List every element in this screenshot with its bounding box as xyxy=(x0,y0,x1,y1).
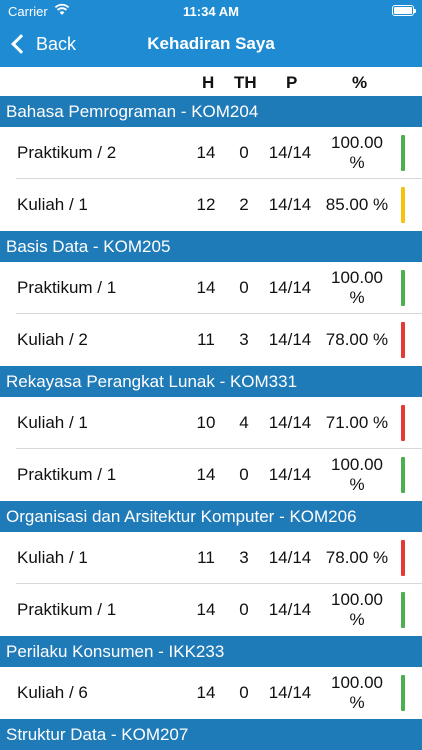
tidak-hadir-count: 0 xyxy=(239,465,249,484)
hadir-count: 11 xyxy=(197,548,215,567)
col-h: H xyxy=(202,73,215,92)
battery-icon xyxy=(392,5,416,16)
hadir-count: 14 xyxy=(196,465,216,484)
tidak-hadir-count: 0 xyxy=(239,600,249,619)
attendance-row[interactable]: Praktikum / 1 14 0 14/14 100.00 % xyxy=(0,584,422,636)
pertemuan-count: 14/14 xyxy=(268,465,312,484)
pertemuan-count: 14/14 xyxy=(268,548,312,567)
pertemuan-count: 14/14 xyxy=(268,330,312,349)
status-indicator xyxy=(401,405,405,441)
row-name: Kuliah / 1 xyxy=(17,413,88,432)
status-indicator xyxy=(401,187,405,223)
attendance-row[interactable]: Kuliah / 2 11 3 14/14 78.00 % xyxy=(0,314,422,366)
tidak-hadir-count: 2 xyxy=(239,195,249,214)
hadir-count: 11 xyxy=(197,330,215,349)
hadir-count: 14 xyxy=(196,683,216,702)
percentage: 85.00 % xyxy=(325,195,389,214)
hadir-count: 10 xyxy=(196,413,216,432)
section-header: Perilaku Konsumen - IKK233 xyxy=(0,636,422,667)
attendance-row[interactable]: Praktikum / 1 14 0 14/14 100.00 % xyxy=(0,262,422,314)
status-indicator xyxy=(401,270,405,306)
percentage: 100.00 % xyxy=(331,673,383,712)
pertemuan-count: 14/14 xyxy=(268,600,312,619)
pertemuan-count: 14/14 xyxy=(268,413,312,432)
row-name: Praktikum / 1 xyxy=(17,465,117,484)
row-name: Praktikum / 1 xyxy=(17,600,117,619)
percentage: 100.00 % xyxy=(331,590,383,629)
section-header: Rekayasa Perangkat Lunak - KOM331 xyxy=(0,366,422,397)
attendance-row[interactable]: Kuliah / 6 14 0 14/14 100.00 % xyxy=(0,667,422,719)
section-header: Basis Data - KOM205 xyxy=(0,231,422,262)
row-name: Praktikum / 1 xyxy=(17,278,117,297)
tidak-hadir-count: 0 xyxy=(239,683,249,702)
col-pct: % xyxy=(352,73,368,92)
section-header: Struktur Data - KOM207 xyxy=(0,719,422,750)
tidak-hadir-count: 4 xyxy=(239,413,249,432)
row-name: Kuliah / 6 xyxy=(17,683,88,702)
status-indicator xyxy=(401,592,405,628)
row-name: Kuliah / 1 xyxy=(17,548,88,567)
col-th: TH xyxy=(234,73,257,92)
pertemuan-count: 14/14 xyxy=(268,195,312,214)
row-name: Praktikum / 2 xyxy=(17,143,117,162)
attendance-row[interactable]: Praktikum / 1 14 0 14/14 100.00 % xyxy=(0,449,422,501)
hadir-count: 14 xyxy=(196,143,216,162)
status-indicator xyxy=(401,135,405,171)
hadir-count: 14 xyxy=(196,600,216,619)
tidak-hadir-count: 3 xyxy=(239,548,249,567)
status-indicator xyxy=(401,322,405,358)
section-header: Organisasi dan Arsitektur Komputer - KOM… xyxy=(0,501,422,532)
percentage: 78.00 % xyxy=(325,548,389,567)
hadir-count: 12 xyxy=(196,195,216,214)
row-name: Kuliah / 1 xyxy=(17,195,88,214)
percentage: 100.00 % xyxy=(331,133,383,172)
tidak-hadir-count: 3 xyxy=(239,330,249,349)
tidak-hadir-count: 0 xyxy=(239,278,249,297)
navigation-bar: Carrier 11:34 AM Back Kehadiran Saya xyxy=(0,0,422,67)
clock: 11:34 AM xyxy=(183,4,239,19)
status-indicator xyxy=(401,675,405,711)
attendance-row[interactable]: Praktikum / 2 14 0 14/14 100.00 % xyxy=(0,127,422,179)
status-indicator xyxy=(401,540,405,576)
status-indicator xyxy=(401,457,405,493)
pertemuan-count: 14/14 xyxy=(268,683,312,702)
col-p: P xyxy=(286,73,298,92)
row-name: Kuliah / 2 xyxy=(17,330,88,349)
percentage: 100.00 % xyxy=(331,268,383,307)
hadir-count: 14 xyxy=(196,278,216,297)
pertemuan-count: 14/14 xyxy=(268,143,312,162)
column-header: H TH P % xyxy=(0,67,422,96)
percentage: 71.00 % xyxy=(325,413,389,432)
attendance-row[interactable]: Kuliah / 1 10 4 14/14 71.00 % xyxy=(0,397,422,449)
section-header: Bahasa Pemrograman - KOM204 xyxy=(0,96,422,127)
status-bar: Carrier 11:34 AM xyxy=(0,0,422,22)
page-title: Kehadiran Saya xyxy=(147,34,275,53)
tidak-hadir-count: 0 xyxy=(239,143,249,162)
attendance-list[interactable]: Bahasa Pemrograman - KOM204 Praktikum / 2… xyxy=(0,96,422,750)
attendance-row[interactable]: Kuliah / 1 11 3 14/14 78.00 % xyxy=(0,532,422,584)
percentage: 78.00 % xyxy=(325,330,389,349)
percentage: 100.00 % xyxy=(331,455,383,494)
pertemuan-count: 14/14 xyxy=(268,278,312,297)
attendance-row[interactable]: Kuliah / 1 12 2 14/14 85.00 % xyxy=(0,179,422,231)
